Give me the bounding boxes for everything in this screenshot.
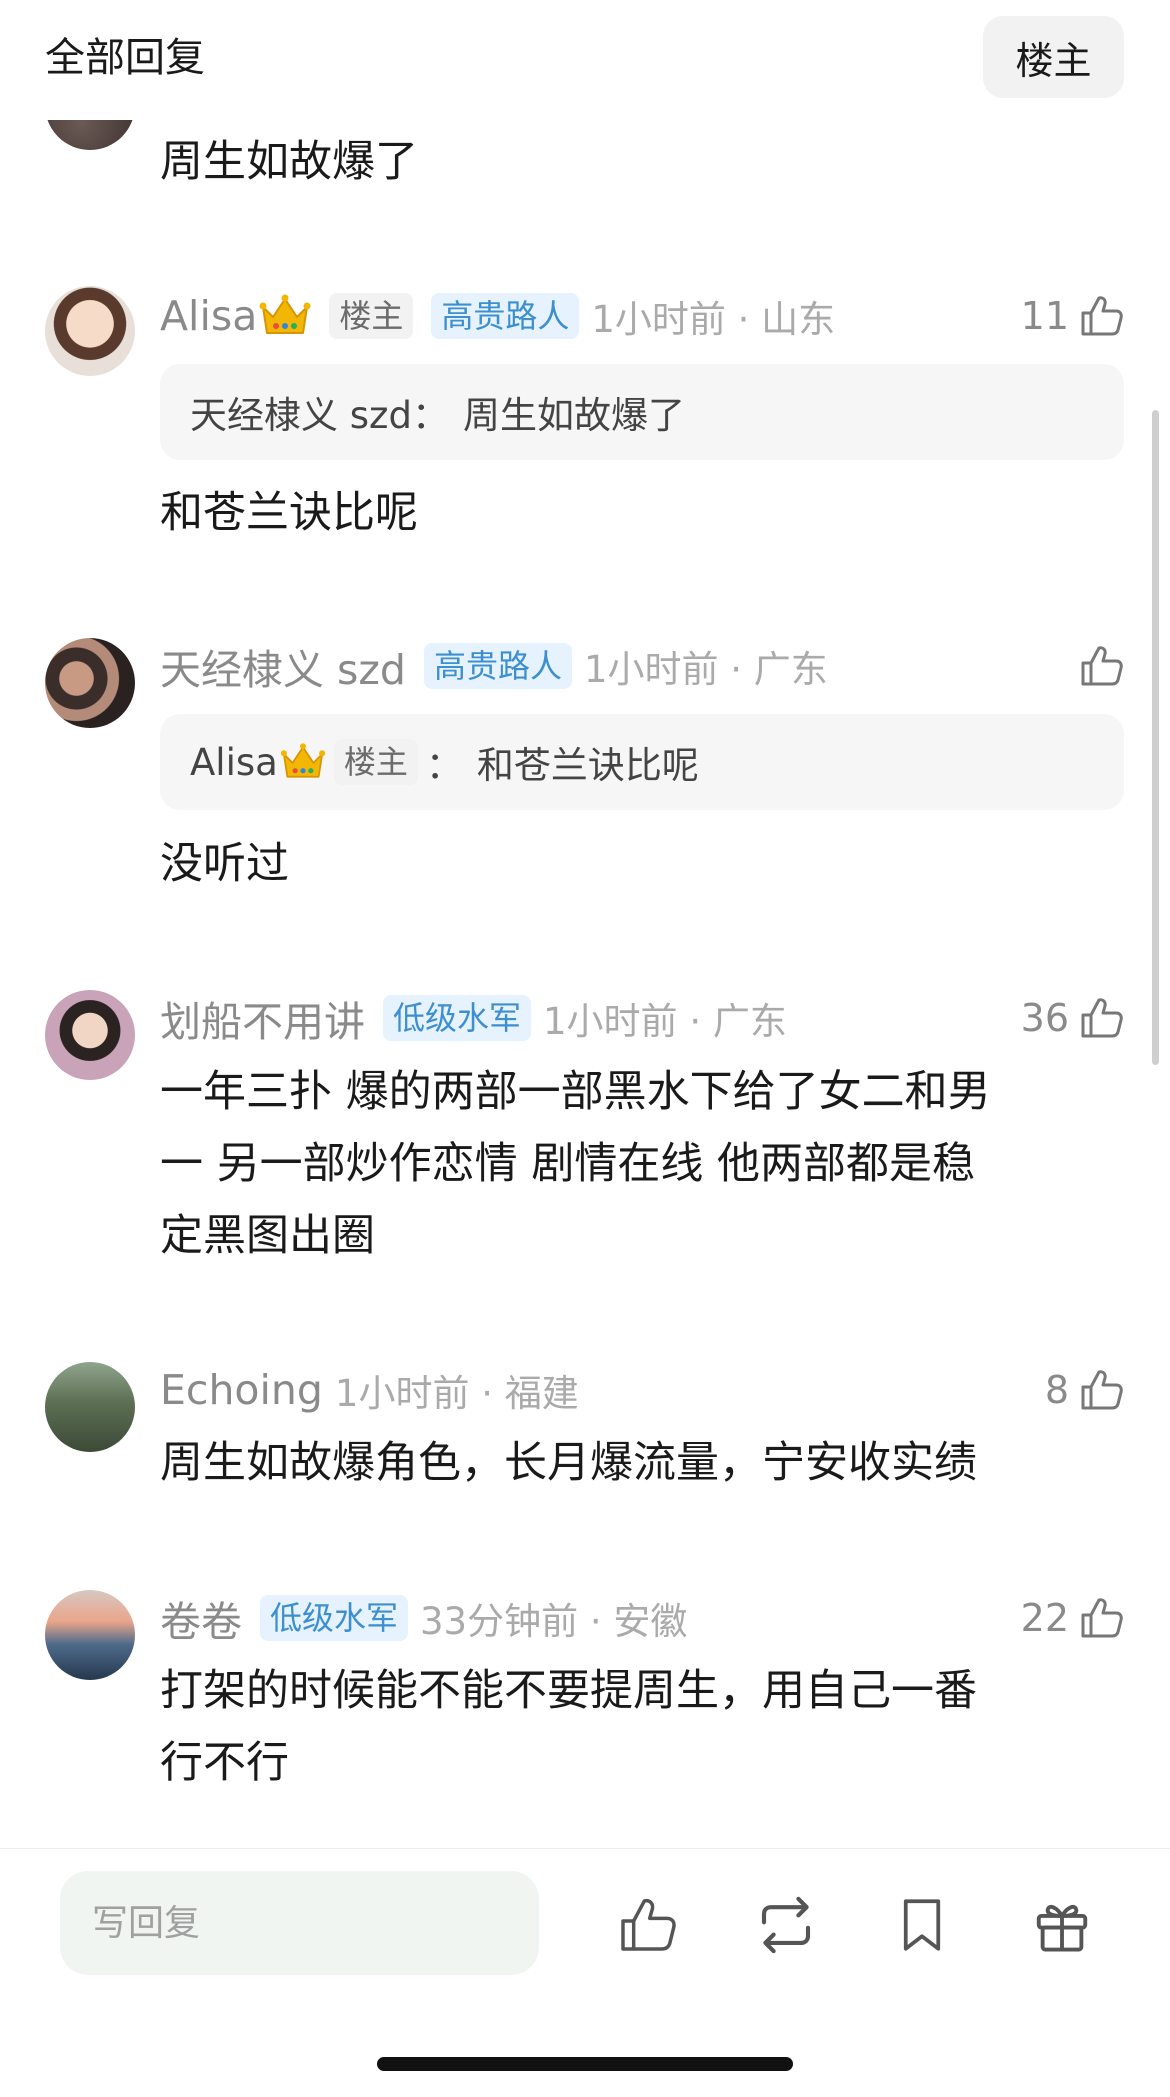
comment-time-location: 1小时前 · 福建 bbox=[334, 1372, 579, 1415]
comment-meta: 卷卷 低级水军 33分钟前 · 安徽 bbox=[160, 1590, 687, 1646]
comment-meta: Echoing 1小时前 · 福建 bbox=[160, 1362, 579, 1418]
level-badge: 高贵路人 bbox=[423, 643, 572, 689]
comment-time-location: 1小时前 · 山东 bbox=[591, 298, 836, 341]
thumbs-up-icon bbox=[1077, 642, 1125, 690]
thumbs-up-icon bbox=[1077, 1366, 1125, 1414]
comment-text: 行不行 bbox=[160, 1738, 289, 1788]
username[interactable]: Alisa bbox=[160, 292, 257, 340]
like-button[interactable]: 36 bbox=[1021, 990, 1125, 1046]
level-badge: 低级水军 bbox=[383, 995, 532, 1041]
like-count: 8 bbox=[1044, 1368, 1069, 1412]
comment-meta: 划船不用讲 低级水军 1小时前 · 广东 bbox=[160, 990, 787, 1046]
username[interactable]: 天经棣义 szd bbox=[160, 636, 406, 696]
page-title: 全部回复 bbox=[45, 35, 205, 81]
thumbs-up-icon bbox=[1077, 1594, 1125, 1642]
comment-time-location: 1小时前 · 广东 bbox=[583, 648, 828, 691]
like-button[interactable]: 22 bbox=[1021, 1590, 1125, 1646]
comment-time-location: 33分钟前 · 安徽 bbox=[420, 1600, 688, 1643]
avatar[interactable] bbox=[45, 286, 135, 376]
username[interactable]: 划船不用讲 bbox=[160, 988, 365, 1048]
bookmark-icon bbox=[903, 1899, 941, 1951]
like-button[interactable]: 11 bbox=[1021, 288, 1125, 344]
comment-text: 和苍兰诀比呢 bbox=[160, 488, 418, 538]
comment-text: 一 另一部炒作恋情 剧情在线 他两部都是稳 bbox=[160, 1139, 976, 1189]
comment-meta: Alisa 楼主 高贵路人 1小时前 · 山东 bbox=[160, 288, 835, 344]
quoted-reply[interactable]: 天经棣义 szd： 周生如故爆了 bbox=[160, 364, 1124, 460]
like-button[interactable] bbox=[1077, 638, 1125, 694]
bookmark-button[interactable] bbox=[886, 1889, 958, 1961]
home-indicator[interactable] bbox=[377, 2057, 793, 2071]
repost-button[interactable] bbox=[750, 1889, 822, 1961]
comment-text: 定黑图出圈 bbox=[160, 1211, 375, 1261]
gift-button[interactable] bbox=[1026, 1889, 1098, 1961]
avatar[interactable] bbox=[45, 1362, 135, 1452]
bottom-action-bar bbox=[0, 1848, 1170, 2097]
quote-colon: ： bbox=[425, 744, 463, 787]
crown-icon bbox=[259, 293, 311, 339]
reply-input[interactable] bbox=[60, 1871, 539, 1975]
quote-text: 周生如故爆了 bbox=[462, 394, 685, 437]
crown-icon bbox=[280, 742, 326, 782]
avatar[interactable] bbox=[45, 990, 135, 1080]
thumbs-up-icon bbox=[621, 1898, 676, 1951]
like-post-button[interactable] bbox=[611, 1889, 683, 1961]
quote-user: Alisa bbox=[190, 740, 278, 784]
level-badge: 高贵路人 bbox=[431, 293, 580, 339]
comment-text: 一年三扑 爆的两部一部黑水下给了女二和男 bbox=[160, 1067, 991, 1117]
level-badge: 低级水军 bbox=[260, 1595, 409, 1641]
like-button[interactable]: 8 bbox=[1045, 1362, 1125, 1418]
op-badge: 楼主 bbox=[333, 739, 418, 785]
repost-icon bbox=[761, 1896, 811, 1954]
comment-text: 打架的时候能不能不要提周生，用自己一番 bbox=[160, 1666, 977, 1716]
like-count: 36 bbox=[1020, 996, 1069, 1040]
comment-time-location: 1小时前 · 广东 bbox=[543, 1000, 787, 1043]
quote-user: 天经棣义 szd： bbox=[190, 394, 449, 437]
username[interactable]: 卷卷 bbox=[160, 1588, 242, 1648]
thumbs-up-icon bbox=[1077, 994, 1125, 1042]
comment-text: 没听过 bbox=[160, 839, 289, 889]
op-only-button[interactable]: 楼主 bbox=[983, 16, 1124, 98]
comment-text: 周生如故爆了 bbox=[160, 137, 418, 187]
avatar[interactable] bbox=[45, 1590, 135, 1680]
username[interactable]: Echoing bbox=[160, 1366, 323, 1414]
quote-text: 和苍兰诀比呢 bbox=[476, 744, 699, 787]
header: 全部回复 楼主 bbox=[0, 0, 1170, 116]
thumbs-up-icon bbox=[1077, 292, 1125, 340]
comment-meta: 天经棣义 szd 高贵路人 1小时前 · 广东 bbox=[160, 638, 828, 694]
quoted-reply[interactable]: Alisa 楼主 ： 和苍兰诀比呢 bbox=[160, 714, 1124, 810]
like-count: 22 bbox=[1020, 1596, 1069, 1640]
gift-icon bbox=[1036, 1904, 1088, 1952]
scrollbar[interactable] bbox=[1152, 410, 1159, 1065]
avatar[interactable] bbox=[45, 638, 135, 728]
comment-text: 周生如故爆角色，长月爆流量，宁安收实绩 bbox=[160, 1438, 977, 1488]
op-badge: 楼主 bbox=[329, 293, 414, 339]
like-count: 11 bbox=[1020, 294, 1069, 338]
